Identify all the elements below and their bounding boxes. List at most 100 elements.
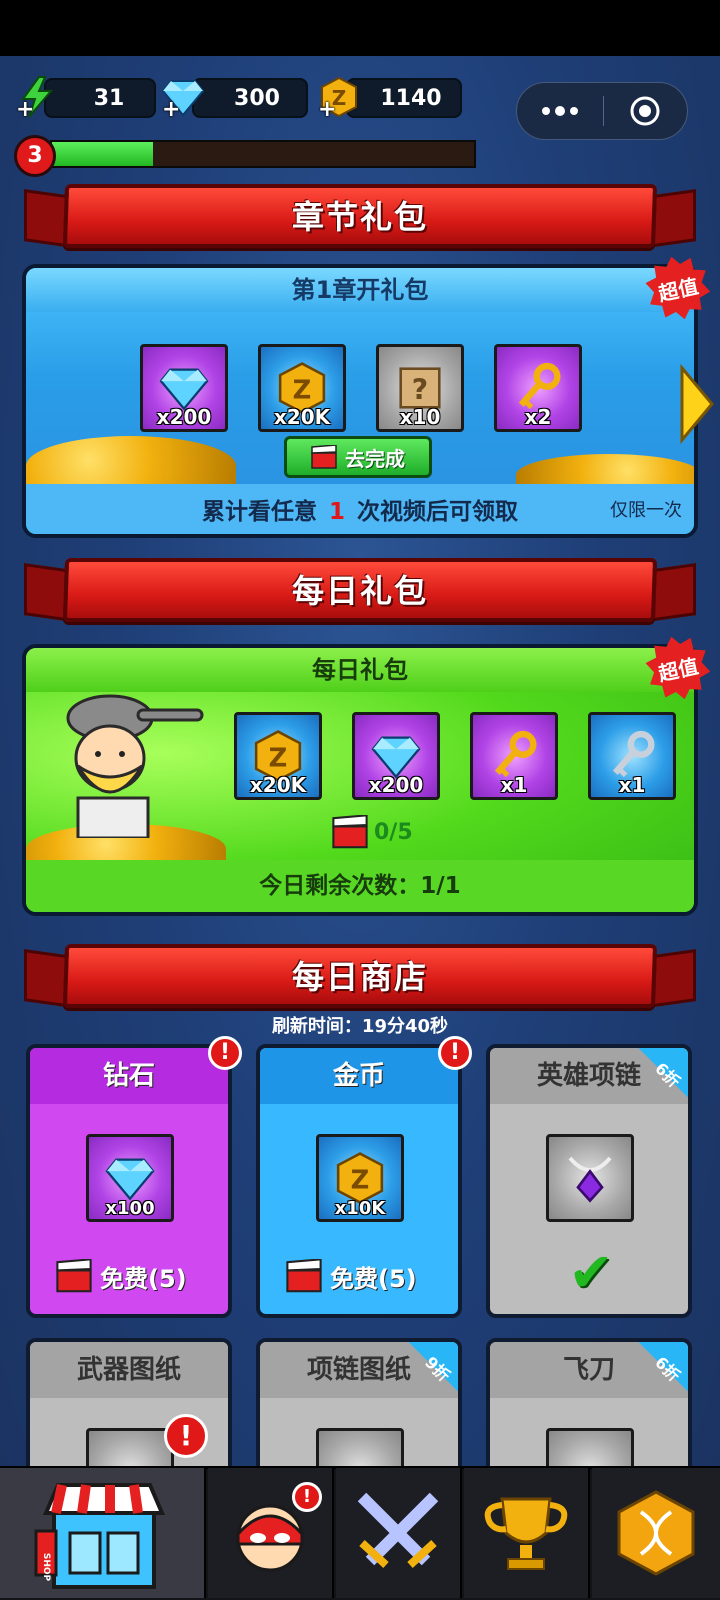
dna-tab[interactable]: [592, 1468, 720, 1598]
shop-banner: 每日商店: [24, 940, 696, 1014]
energy-icon[interactable]: +: [14, 74, 60, 122]
more-icon: [541, 106, 578, 116]
gem-value: 300: [234, 85, 280, 111]
shop-card-diamond[interactable]: 钻石 x100 免费(5): [26, 1044, 232, 1318]
daily-section-title: 每日礼包: [291, 572, 428, 610]
daily-remaining-text: 今日剩余次数：1/1: [26, 860, 694, 912]
badge-text: 超值: [656, 273, 701, 306]
chevron-right-icon: [680, 363, 714, 445]
svg-text:Z: Z: [351, 1165, 370, 1195]
coin-counter: 1140: [346, 78, 462, 118]
free-claim-label: 免费(5): [100, 1264, 187, 1293]
reward-gold-key: x2: [494, 344, 582, 432]
requirement-prefix: 累计看任意: [201, 499, 317, 525]
shop-section-title: 每日商店: [291, 958, 428, 996]
reward-count: x2: [524, 405, 552, 429]
svg-text:Z: Z: [269, 743, 288, 773]
gem-counter: 300: [192, 78, 308, 118]
next-arrow-button[interactable]: [676, 363, 716, 445]
target-icon: [630, 96, 660, 126]
card-item: x100: [86, 1134, 174, 1222]
free-claim-button[interactable]: 免费(5): [286, 1254, 417, 1298]
shop-tab[interactable]: SHOP: [0, 1468, 206, 1598]
daily-pack-title: 每日礼包: [26, 648, 694, 692]
character-portrait: [48, 688, 218, 840]
purchased-check-icon: ✔: [568, 1241, 614, 1304]
card-item: Z x10K: [316, 1134, 404, 1222]
clapperboard-icon: [286, 1259, 322, 1293]
hero-tab[interactable]: !: [208, 1468, 334, 1598]
item-count: x100: [105, 1198, 155, 1219]
reward-gold-coin: Z x20K: [258, 344, 346, 432]
reward-count: x1: [500, 773, 528, 797]
reward-count: x200: [156, 405, 212, 429]
limit-note: 仅限一次: [610, 500, 682, 521]
coin-icon[interactable]: Z +: [316, 74, 362, 122]
shop-card-gold[interactable]: 金币 Z x10K 免费(5): [256, 1044, 462, 1318]
player-level-badge: 3: [14, 135, 56, 177]
shop-icon: [34, 1483, 166, 1589]
alert-icon: !: [164, 1414, 208, 1458]
plus-icon: +: [16, 97, 35, 122]
reward-count: x20K: [273, 405, 331, 429]
card-title: 钻石: [30, 1048, 228, 1104]
close-app-button[interactable]: [604, 83, 688, 139]
menu-capsule: [516, 82, 688, 140]
clapperboard-icon: [56, 1259, 92, 1293]
requirement-suffix: 次视频后可领取: [357, 499, 519, 525]
free-claim-button[interactable]: 免费(5): [56, 1254, 187, 1298]
gem-icon[interactable]: +: [160, 74, 206, 122]
trophy-tab[interactable]: [464, 1468, 590, 1598]
video-progress: 0/5: [332, 812, 413, 852]
chapter-banner: 章节礼包: [24, 180, 696, 254]
reward-count: x20K: [249, 773, 307, 797]
chapter-section-title: 章节礼包: [291, 198, 428, 236]
plus-icon: +: [162, 97, 181, 122]
shop-sign-text: SHOP: [41, 1552, 52, 1582]
discount-text: 6折: [651, 1352, 684, 1386]
daily-reward-gold-coin: Z x20K: [234, 712, 322, 800]
daily-reward-diamond: x200: [352, 712, 440, 800]
badge-text: 超值: [656, 653, 701, 686]
card-title: 武器图纸: [30, 1342, 228, 1398]
alert-icon: !: [208, 1036, 242, 1070]
more-button[interactable]: [517, 83, 603, 139]
diamond-icon: [105, 1158, 155, 1201]
card-item: [546, 1134, 634, 1222]
daily-banner: 每日礼包: [24, 554, 696, 628]
daily-reward-gold-key: x1: [470, 712, 558, 800]
go-complete-button[interactable]: 去完成: [284, 436, 432, 478]
xp-bar-fill: [52, 142, 154, 166]
discount-ribbon: 6折: [618, 1342, 688, 1412]
discount-text: 9折: [421, 1352, 454, 1386]
chapter-pack-title: 第1章开礼包: [26, 268, 694, 312]
trophy-icon: [484, 1497, 568, 1570]
daily-pack-panel: 每日礼包 Z x20K x200 x1 x1 0/5 今日剩余次数：1/1: [22, 644, 698, 916]
gold-coin-icon: Z: [336, 1152, 384, 1204]
discount-ribbon: 6折: [618, 1048, 688, 1118]
xp-bar: [50, 140, 476, 168]
chapter-requirement-bar: 累计看任意 1 次视频后可领取 仅限一次: [26, 484, 694, 534]
crossed-swords-icon: [357, 1492, 439, 1568]
item-count: x10K: [334, 1198, 386, 1219]
reward-count: x200: [368, 773, 424, 797]
shop-card-hero-necklace[interactable]: 英雄项链 6折 ✔: [486, 1044, 692, 1318]
chapter-pack-panel: 第1章开礼包 x200 Z x20K ? x10 x2 去完成 累计看任意 1: [22, 264, 698, 538]
bearded-hero-icon: [66, 694, 204, 840]
reward-mystery-scroll: ? x10: [376, 344, 464, 432]
plus-icon: +: [318, 97, 337, 122]
status-bar: [0, 0, 720, 56]
necklace-icon: [568, 1156, 612, 1203]
alert-icon: !: [292, 1482, 322, 1512]
video-progress-value: 0/5: [374, 819, 413, 845]
svg-text:?: ?: [412, 374, 428, 407]
reward-count: x1: [618, 773, 646, 797]
clapperboard-icon: [311, 445, 337, 469]
discount-text: 6折: [651, 1058, 684, 1092]
requirement-text: 累计看任意 1 次视频后可领取: [26, 492, 694, 526]
requirement-number: 1: [328, 499, 345, 525]
battle-tab[interactable]: [336, 1468, 462, 1598]
svg-text:Z: Z: [293, 375, 312, 405]
clapperboard-icon: [332, 815, 368, 849]
free-claim-label: 免费(5): [330, 1264, 417, 1293]
